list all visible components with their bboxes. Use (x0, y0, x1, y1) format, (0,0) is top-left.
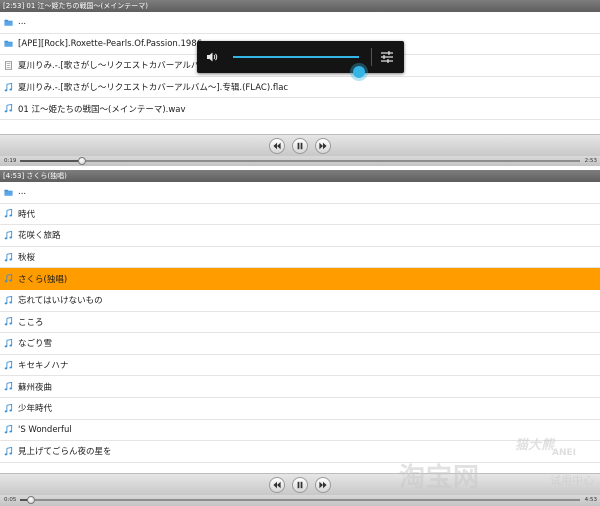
player1-fast-forward-button[interactable] (315, 137, 331, 154)
player2-seek-thumb[interactable] (27, 496, 36, 504)
fast-forward-icon (319, 481, 327, 488)
pause-icon (297, 481, 303, 488)
list-item[interactable]: 01 江～姫たちの戦国～(メインテーマ).wav (0, 98, 600, 120)
list-item-label: 秋桜 (18, 253, 36, 264)
music-note-icon (4, 403, 13, 413)
list-item[interactable]: 夏川りみ.-.[歌さがし～リクエストカバーアルバム～].专辑.(FLAC).fl… (0, 77, 600, 99)
music-note-icon (4, 382, 13, 391)
player1-seek-fill (20, 160, 82, 162)
list-item-label: ... (18, 17, 27, 28)
rewind-icon (273, 481, 281, 488)
list-item-label: 01 江～姫たちの戦国～(メインテーマ).wav (18, 104, 186, 115)
list-item[interactable]: 少年時代 (0, 398, 600, 420)
list-item[interactable]: 秋桜 (0, 247, 600, 269)
player2-pause-button[interactable] (292, 476, 308, 493)
list-item-label: こころ (18, 317, 44, 328)
watermark-brand: ANEI (552, 448, 576, 458)
volume-slider-thumb[interactable] (353, 66, 365, 78)
list-item[interactable]: ... (0, 12, 600, 34)
list-item[interactable]: 花咲く旅路 (0, 225, 600, 247)
list-item-label: 夏川りみ.-.[歌さがし～リクエストカバーアルバム～].专辑.(FLAC).fl… (18, 83, 289, 94)
watermark-logo-text: 猫大熊 (514, 438, 554, 453)
list-item[interactable]: キセキノハナ (0, 355, 600, 377)
music-note-icon (4, 360, 13, 370)
list-item-label: 忘れてはいけないもの (18, 296, 103, 307)
volume-divider (371, 48, 372, 66)
player1-title-bar: [2:53] 01 江～姫たちの戦国～(メインテーマ) (0, 0, 600, 12)
folder-icon (4, 188, 13, 197)
list-item[interactable]: ... (0, 182, 600, 204)
list-item-selected[interactable]: さくら(独唱) (0, 268, 600, 290)
list-item[interactable]: こころ (0, 312, 600, 334)
folder-icon (4, 39, 13, 48)
music-note-icon (4, 209, 13, 218)
player2-seek-bar[interactable]: 0:05 4:53 (0, 495, 600, 506)
music-note-icon (4, 104, 13, 113)
speaker-icon (207, 52, 218, 62)
equalizer-settings-icon[interactable] (380, 50, 394, 64)
player2-total-time: 4:53 (584, 497, 597, 503)
player1-seek-track[interactable] (20, 157, 580, 165)
fast-forward-icon (319, 142, 327, 149)
list-item-label: 見上げてごらん夜の星を (18, 447, 112, 458)
pause-icon (297, 142, 303, 149)
list-item-label: キセキノハナ (18, 361, 69, 372)
list-item[interactable]: 蘇州夜曲 (0, 376, 600, 398)
player2-elapsed-time: 0:05 (4, 497, 17, 503)
music-note-icon (4, 295, 13, 305)
list-item-label: なごり雪 (18, 339, 53, 350)
player2-rewind-button[interactable] (269, 476, 285, 493)
file-icon (4, 61, 13, 70)
music-note-icon (4, 338, 13, 348)
player2-seek-track[interactable] (20, 496, 580, 504)
player1-controls (0, 134, 600, 156)
list-item-label: 蘇州夜曲 (18, 382, 53, 393)
folder-icon (4, 18, 13, 27)
volume-popup (197, 41, 404, 78)
watermark-sub: 试用中心 (550, 474, 594, 487)
watermark-main: 淘宝网 (399, 463, 481, 493)
list-item[interactable]: なごり雪 (0, 333, 600, 355)
music-note-icon (4, 446, 13, 456)
music-note-icon (4, 425, 13, 434)
music-note-icon (4, 230, 13, 240)
list-item[interactable]: 時代 (0, 204, 600, 226)
player1-title: [2:53] 01 江～姫たちの戦国～(メインテーマ) (3, 2, 149, 10)
volume-slider[interactable] (233, 56, 365, 78)
list-item-label: 夏川りみ.-.[歌さがし～リクエストカバーアルバム～ (18, 61, 217, 72)
player1-seek-bar[interactable]: 0:19 2:53 (0, 156, 600, 166)
music-note-icon (4, 82, 13, 92)
player2-fast-forward-button[interactable] (315, 476, 331, 493)
player1-seek-thumb[interactable] (77, 157, 86, 165)
list-item-label: 'S Wonderful (18, 424, 72, 435)
list-item-label: 花咲く旅路 (18, 231, 61, 242)
player2-title-bar: [4:53] さくら(独唱) (0, 170, 600, 182)
list-item[interactable]: 忘れてはいけないもの (0, 290, 600, 312)
player1-total-time: 2:53 (584, 158, 597, 164)
player1-elapsed-time: 0:19 (4, 158, 17, 164)
list-item-label: 時代 (18, 209, 36, 220)
music-note-icon (4, 317, 13, 326)
player1-rewind-button[interactable] (269, 137, 285, 154)
list-item-label: さくら(独唱) (18, 274, 68, 285)
watermark: 猫大熊 ANEI 淘宝网 试用中心 (399, 434, 594, 494)
list-item-label: [APE][Rock].Roxette-Pearls.Of.Passion.19… (18, 38, 203, 49)
list-item-label: 少年時代 (18, 404, 53, 415)
player1-pause-button[interactable] (292, 137, 308, 154)
music-note-icon (4, 252, 13, 262)
rewind-icon (273, 142, 281, 149)
player2-file-list[interactable]: ... 時代花咲く旅路秋桜さくら(独唱) 忘れてはいけないもの こころなごり雪キセキノ… (0, 182, 600, 463)
player2-title: [4:53] さくら(独唱) (3, 172, 67, 180)
list-item-label: ... (18, 187, 27, 198)
music-note-icon (4, 274, 13, 283)
